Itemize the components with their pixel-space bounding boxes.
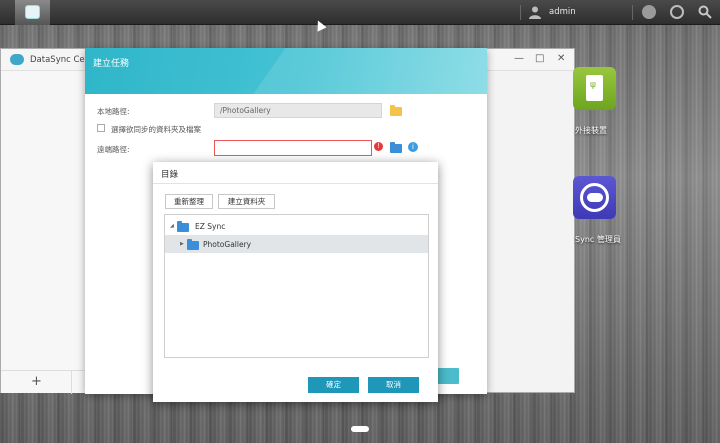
taskbar-divider: [632, 5, 633, 20]
refresh-button[interactable]: 重新整理: [165, 194, 213, 209]
user-icon: [529, 6, 541, 19]
local-path-label: 本地路徑:: [97, 107, 130, 116]
close-button[interactable]: ✕: [557, 53, 565, 64]
browse-folder-icon[interactable]: [390, 105, 402, 116]
remote-path-field[interactable]: [214, 140, 372, 156]
browse-remote-folder-icon[interactable]: [390, 142, 402, 153]
dialog-title: 目錄: [161, 170, 179, 180]
cancel-button[interactable]: 取消: [368, 377, 419, 393]
desktop-label-sync-manager[interactable]: Sync 管理員: [575, 234, 621, 245]
tree-item-ez-sync[interactable]: ◢ EZ Sync: [165, 217, 428, 235]
maximize-button[interactable]: □: [535, 53, 544, 64]
folder-tree: ◢ EZ Sync ▶ PhotoGallery: [164, 214, 429, 358]
desktop-label-external-device[interactable]: 外接裝置: [575, 125, 607, 136]
header-decoration: [243, 48, 487, 94]
sidebar: +: [1, 71, 86, 394]
dock-indicator[interactable]: [351, 426, 369, 432]
cloud-glyph: [587, 193, 603, 202]
taskbar-app-button[interactable]: [15, 0, 50, 25]
tree-item-label: EZ Sync: [195, 222, 226, 231]
expand-arrow-icon[interactable]: ▶: [180, 241, 184, 247]
notification-icon[interactable]: [642, 5, 656, 19]
dialog-title: 建立任務: [93, 59, 130, 69]
directory-dialog: 目錄 重新整理 建立資料夾 ◢ EZ Sync ▶ PhotoGallery 確…: [153, 162, 438, 402]
sync-manager-icon[interactable]: [573, 176, 616, 219]
tree-item-photogallery[interactable]: ▶ PhotoGallery: [165, 235, 428, 253]
dashboard-icon[interactable]: [670, 5, 684, 19]
error-icon: !: [374, 142, 383, 151]
drive-glyph: ψ: [586, 75, 603, 101]
usb-symbol-icon: ψ: [590, 80, 596, 90]
taskbar-divider: [520, 5, 521, 20]
cloud-sync-icon: [25, 5, 40, 19]
usb-drive-icon[interactable]: ψ: [573, 67, 616, 110]
minimize-button[interactable]: —: [514, 53, 524, 64]
dialog-header: 目錄: [153, 162, 438, 184]
top-taskbar: admin: [0, 0, 720, 25]
new-folder-button[interactable]: 建立資料夾: [218, 194, 275, 209]
select-files-label: 選擇欲同步的資料夾及檔案: [111, 125, 201, 134]
confirm-button[interactable]: [437, 368, 459, 384]
add-button[interactable]: +: [31, 374, 42, 389]
ok-button[interactable]: 確定: [308, 377, 359, 393]
select-files-checkbox[interactable]: [97, 124, 105, 132]
folder-icon: [187, 239, 199, 250]
info-icon[interactable]: i: [408, 142, 418, 152]
remote-path-label: 遠端路徑:: [97, 145, 130, 154]
sidebar-footer: +: [1, 370, 86, 394]
search-icon[interactable]: [698, 5, 712, 19]
cloud-sync-icon: [10, 54, 24, 65]
tree-item-label: PhotoGallery: [203, 240, 252, 249]
username-label[interactable]: admin: [549, 7, 576, 17]
dialog-header: 建立任務: [85, 48, 487, 94]
local-path-field: /PhotoGallery: [214, 103, 382, 118]
folder-icon: [177, 221, 189, 232]
divider: [71, 371, 72, 394]
collapse-arrow-icon[interactable]: ◢: [170, 223, 174, 229]
